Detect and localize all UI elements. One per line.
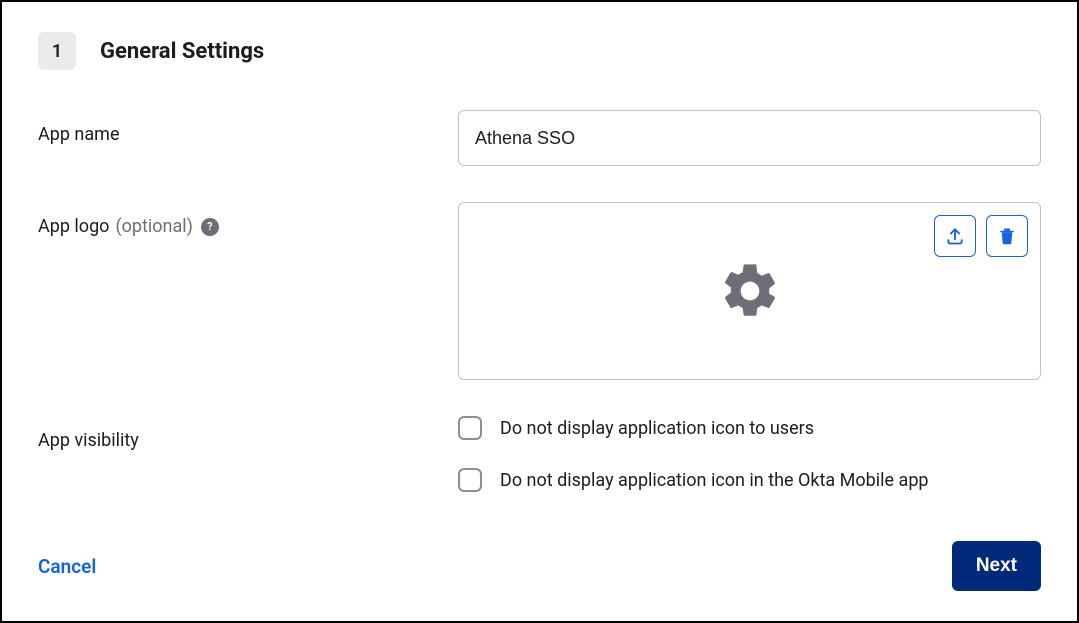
app-logo-label-text: App logo	[38, 216, 109, 237]
next-button[interactable]: Next	[952, 541, 1041, 591]
visibility-option-mobile[interactable]: Do not display application icon in the O…	[458, 468, 1041, 492]
cancel-button[interactable]: Cancel	[38, 555, 96, 578]
section-title: General Settings	[100, 39, 264, 64]
app-logo-dropzone[interactable]	[458, 202, 1041, 380]
upload-logo-button[interactable]	[934, 215, 976, 257]
checkbox-users[interactable]	[458, 416, 482, 440]
checkbox-mobile[interactable]	[458, 468, 482, 492]
visibility-option-users[interactable]: Do not display application icon to users	[458, 416, 1041, 440]
visibility-option-mobile-label: Do not display application icon in the O…	[500, 470, 929, 491]
app-name-label: App name	[38, 110, 458, 145]
app-visibility-options: Do not display application icon to users…	[458, 416, 1041, 492]
app-logo-optional-text: (optional)	[115, 216, 192, 237]
upload-icon	[945, 226, 965, 246]
gear-icon	[718, 259, 782, 323]
logo-action-group	[934, 215, 1028, 257]
app-logo-row: App logo (optional) ?	[38, 202, 1041, 380]
app-visibility-row: App visibility Do not display applicatio…	[38, 416, 1041, 492]
trash-icon	[998, 226, 1016, 246]
delete-logo-button[interactable]	[986, 215, 1028, 257]
step-number-badge: 1	[38, 32, 76, 70]
app-name-input[interactable]	[458, 110, 1041, 166]
form-footer: Cancel Next	[38, 541, 1041, 591]
app-visibility-label: App visibility	[38, 416, 458, 451]
app-name-row: App name	[38, 110, 1041, 166]
app-logo-label: App logo (optional) ?	[38, 202, 458, 237]
visibility-option-users-label: Do not display application icon to users	[500, 418, 814, 439]
general-settings-panel: 1 General Settings App name App logo (op…	[0, 0, 1079, 623]
help-icon[interactable]: ?	[201, 218, 219, 236]
section-header: 1 General Settings	[38, 32, 1041, 70]
